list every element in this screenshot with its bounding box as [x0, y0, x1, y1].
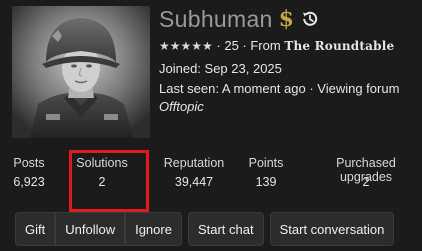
rating-text: · 25 · From: [212, 38, 285, 53]
avatar[interactable]: [12, 6, 150, 138]
start-chat-button[interactable]: Start chat: [187, 212, 264, 246]
forum-section-link[interactable]: Offtopic: [159, 99, 204, 114]
dollar-badge-icon: $: [278, 6, 294, 32]
start-conversation-button[interactable]: Start conversation: [269, 212, 395, 246]
joined-date: Joined: Sep 23, 2025: [159, 61, 282, 76]
forum-name-link[interactable]: The Roundtable: [284, 39, 394, 53]
stat-value: 2: [362, 175, 370, 189]
highlight-annotation-box: [69, 150, 149, 212]
avatar-image: [12, 6, 150, 138]
stat-label: Points: [248, 156, 284, 170]
stat-points[interactable]: Points 139: [245, 156, 287, 189]
stat-label: Posts: [13, 156, 45, 170]
stats-row: Posts 6,923 Solutions 2 Reputation 39,44…: [0, 156, 422, 196]
gift-button[interactable]: Gift: [15, 212, 56, 246]
stat-purchased-upgrades[interactable]: Purchased upgrades 2: [311, 156, 421, 189]
stat-value: 39,447: [174, 175, 214, 189]
rating-line: ★★★★★ · 25 · From The Roundtable: [159, 38, 394, 53]
stat-value: 6,923: [13, 175, 45, 189]
stat-reputation[interactable]: Reputation 39,447: [156, 156, 232, 189]
ignore-button[interactable]: Ignore: [125, 212, 182, 246]
last-seen-activity: Viewing forum: [317, 81, 400, 96]
history-icon[interactable]: [300, 9, 320, 29]
stat-value: 139: [255, 175, 277, 189]
stat-posts[interactable]: Posts 6,923: [10, 156, 48, 189]
profile-actions: Gift Unfollow Ignore Start chat Start co…: [15, 212, 395, 246]
username[interactable]: Subhuman: [159, 6, 273, 33]
unfollow-button[interactable]: Unfollow: [55, 212, 126, 246]
last-seen-prefix: Last seen: A moment ago ·: [159, 81, 318, 96]
stat-label: Reputation: [163, 156, 225, 170]
rating-stars: ★★★★★: [159, 39, 213, 53]
last-seen: Last seen: A moment ago · Viewing forum: [159, 81, 399, 96]
stat-label: Purchased upgrades: [336, 156, 396, 184]
username-row: Subhuman $: [159, 5, 320, 33]
profile-card: Subhuman $ ★★★★★ · 25 · From The Roundta…: [0, 0, 422, 251]
action-button-group: Gift Unfollow Ignore: [15, 212, 182, 246]
